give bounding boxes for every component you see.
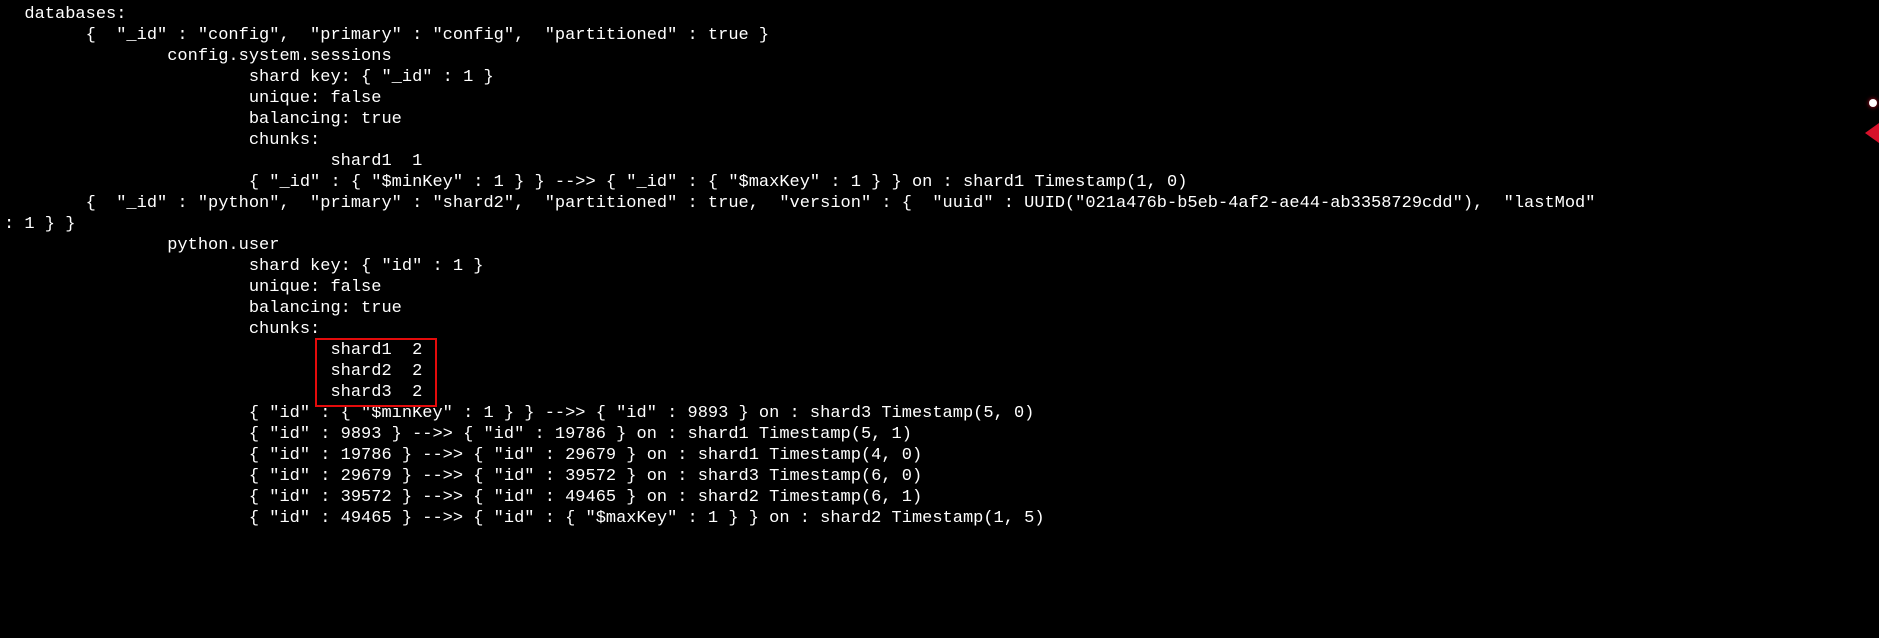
terminal-output: databases: { "_id" : "config", "primary"… [0, 0, 1879, 529]
side-badge-icon [1855, 95, 1879, 155]
